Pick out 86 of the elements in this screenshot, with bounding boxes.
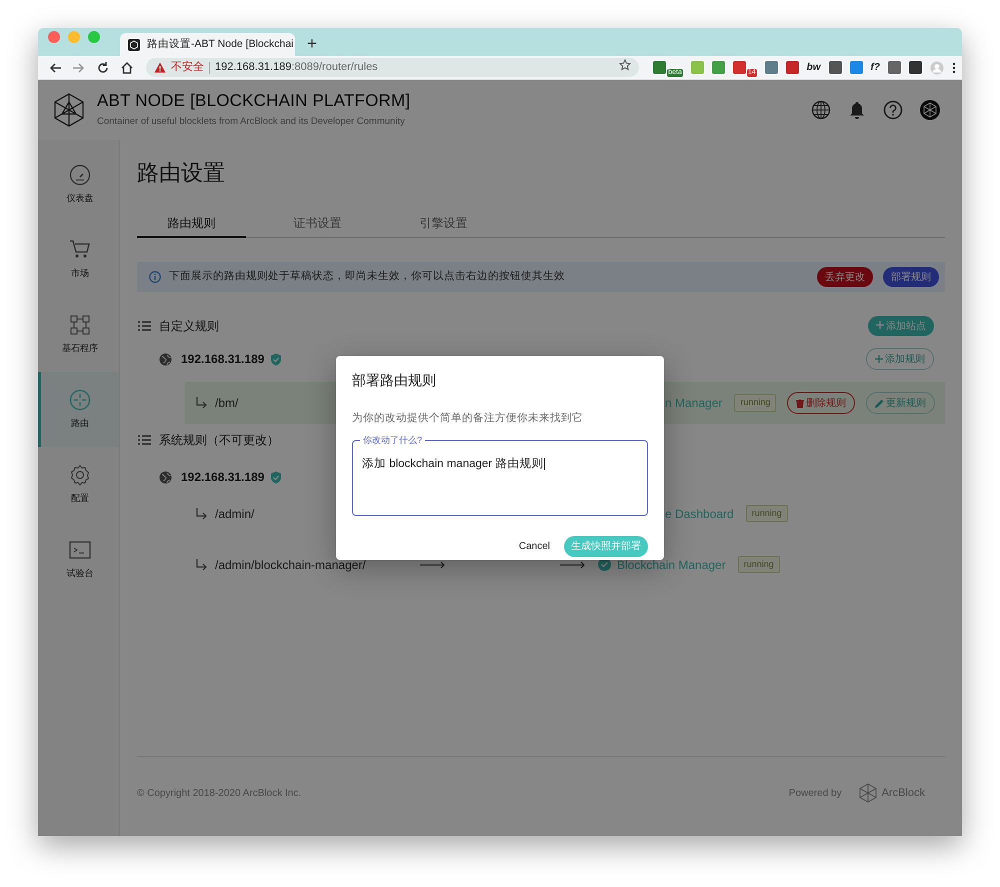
avatar-icon[interactable] xyxy=(920,100,940,120)
rule-path: /bm/ xyxy=(215,395,238,412)
home-icon[interactable] xyxy=(120,60,134,74)
star-icon[interactable] xyxy=(619,58,632,71)
info-icon xyxy=(149,271,161,283)
sidebar-item[interactable]: 市场 xyxy=(38,222,119,297)
page-title: 路由设置 xyxy=(137,159,226,187)
sidebar-item[interactable]: 试验台 xyxy=(38,522,119,597)
extension-icon[interactable] xyxy=(786,61,799,74)
back-icon[interactable] xyxy=(48,60,62,74)
extension-icon[interactable] xyxy=(653,61,666,74)
section-title: 自定义规则 xyxy=(159,318,219,335)
rule-target: e Dashboard xyxy=(665,506,734,522)
return-arrow-icon xyxy=(195,508,207,520)
hexagon-logo-icon xyxy=(52,93,86,127)
security-warning: 不安全 xyxy=(171,60,204,76)
return-arrow-icon xyxy=(195,558,207,570)
extension-icon[interactable] xyxy=(732,61,746,74)
window-control-dot[interactable] xyxy=(48,31,60,43)
plus-icon xyxy=(876,320,884,328)
globe-icon xyxy=(159,470,172,484)
extension-icon[interactable]: f? xyxy=(870,60,880,75)
app-subtitle: Container of useful blocklets from ArcBlock and its Developer Community xyxy=(97,114,406,129)
terminal-icon xyxy=(69,538,91,561)
blocks-icon xyxy=(69,314,91,336)
brand-name: ArcBlock xyxy=(882,786,925,801)
rule-path: /admin/blockchain-manager/ xyxy=(215,556,366,574)
window-control-dot[interactable] xyxy=(68,31,80,43)
status-badge: running xyxy=(746,504,788,522)
globe-icon[interactable] xyxy=(811,100,831,120)
tab-title: 路由设置-ABT Node [Blockchai xyxy=(147,36,294,52)
sidebar-item[interactable]: 基石程序 xyxy=(38,297,119,372)
trash-icon xyxy=(796,398,804,408)
pencil-icon xyxy=(875,398,884,408)
status-badge: running xyxy=(734,394,776,412)
site-host: 192.168.31.189 xyxy=(181,469,264,486)
powered-by-text: Powered by xyxy=(788,786,842,800)
gauge-icon xyxy=(69,164,91,186)
extension-icon[interactable] xyxy=(764,61,778,74)
cancel-button[interactable]: Cancel xyxy=(518,538,550,554)
return-arrow-icon xyxy=(195,397,207,409)
tab[interactable]: 引擎设置 xyxy=(389,210,498,238)
alert-text: 下面展示的路由规则处于草稿状态，即尚未生效，你可以点击右边的按钮使其生效 xyxy=(169,269,565,284)
dialog-description: 为你的改动提供个简单的备注方便你未来找到它 xyxy=(352,411,584,426)
section-title: 系统规则（不可更改） xyxy=(159,432,279,449)
forward-icon[interactable] xyxy=(72,60,86,74)
bell-icon[interactable] xyxy=(848,100,866,120)
url-text: 192.168.31.189:8089/router/rules xyxy=(215,60,378,76)
status-badge: running xyxy=(738,556,780,574)
router-icon xyxy=(69,388,91,411)
list-icon xyxy=(137,320,151,332)
new-tab-button[interactable]: + xyxy=(301,35,323,56)
rule-target: Blockchain Manager xyxy=(617,556,726,574)
warning-icon xyxy=(154,62,166,73)
sidebar-item[interactable]: 配置 xyxy=(38,447,119,522)
tab[interactable]: 路由规则 xyxy=(137,210,246,238)
arrow-icon xyxy=(560,560,586,568)
extension-icon[interactable] xyxy=(828,61,842,74)
alert-button[interactable]: 丢弃更改 xyxy=(817,267,873,287)
rule-target: n Manager xyxy=(665,395,722,412)
tab[interactable]: 证书设置 xyxy=(263,210,372,238)
sidebar-item[interactable]: 路由 xyxy=(38,372,119,447)
menu-icon[interactable] xyxy=(952,62,956,74)
dialog-title: 部署路由规则 xyxy=(352,371,437,390)
address-bar[interactable]: 不安全 192.168.31.189:8089/router/rules xyxy=(146,58,640,77)
hexagon-logo-icon xyxy=(858,783,878,803)
copyright-text: © Copyright 2018-2020 ArcBlock Inc. xyxy=(137,786,302,800)
delete-rule-button[interactable]: 删除规则 xyxy=(787,392,855,414)
browser-tab[interactable]: 路由设置-ABT Node [Blockchai xyxy=(120,33,295,56)
plus-icon xyxy=(875,355,883,363)
globe-icon xyxy=(159,352,172,366)
help-icon[interactable] xyxy=(883,100,903,120)
reload-icon[interactable] xyxy=(96,60,110,74)
rule-path: /admin/ xyxy=(215,506,254,522)
sidebar-item[interactable]: 仪表盘 xyxy=(38,147,119,222)
extension-icon[interactable]: bw xyxy=(806,60,821,75)
app-logo-icon xyxy=(128,38,140,50)
alert-button[interactable]: 部署规则 xyxy=(883,267,939,287)
extension-icon[interactable] xyxy=(712,61,725,74)
list-icon xyxy=(137,434,151,446)
extension-icon[interactable] xyxy=(850,61,863,74)
site-host: 192.168.31.189 xyxy=(181,351,264,368)
gear-icon xyxy=(69,464,91,486)
field-label: 你改动了什么? xyxy=(360,434,426,446)
window-control-dot[interactable] xyxy=(88,31,100,43)
app-title: ABT NODE [BLOCKCHAIN PLATFORM] xyxy=(97,90,410,111)
